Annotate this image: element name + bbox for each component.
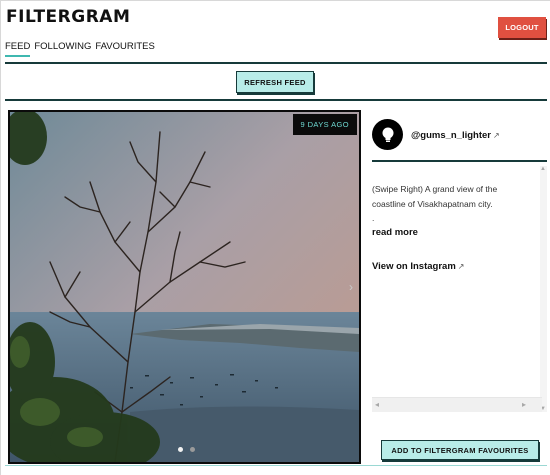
read-more-link[interactable]: read more	[372, 227, 418, 238]
tab-feed[interactable]: FEED	[5, 41, 31, 57]
caption-line-1: (Swipe Right) A grand view of the	[372, 184, 498, 194]
external-link-icon: ↗	[493, 131, 500, 140]
caption-vertical-scrollbar[interactable]: ▲ ▼	[540, 166, 547, 412]
frame-left-border	[0, 0, 1, 475]
caption-line-3: .	[372, 213, 375, 223]
feed-tabs: FEED FOLLOWING FAVOURITES	[5, 41, 155, 57]
refresh-feed-button[interactable]: REFRESH FEED	[236, 71, 314, 93]
post-username[interactable]: @gums_n_lighter ↗	[411, 130, 500, 141]
footer-divider	[5, 465, 547, 466]
view-on-instagram-text[interactable]: View on Instagram	[372, 261, 456, 272]
toolbar-divider	[5, 99, 547, 101]
add-to-favourites-button[interactable]: ADD TO FILTERGRAM FAVOURITES	[381, 440, 539, 460]
lightbulb-icon	[382, 127, 393, 142]
carousel-dot-1[interactable]	[178, 447, 183, 452]
external-link-icon: ↗	[457, 262, 465, 271]
scroll-left-icon[interactable]: ◂	[375, 400, 379, 409]
carousel-dot-2[interactable]	[190, 447, 195, 452]
caption-scroll-area[interactable]: (Swipe Right) A grand view of the coastl…	[372, 166, 547, 412]
caption-line-2: coastline of Visakhapatnam city.	[372, 198, 493, 209]
caption-horizontal-scrollbar[interactable]: ◂ ▸	[372, 397, 542, 412]
logout-button[interactable]: LOGOUT	[498, 17, 546, 38]
avatar[interactable]	[372, 119, 403, 150]
post-age-badge: 9 DAYS AGO	[292, 114, 357, 135]
app-title: FILTERGRAM	[6, 7, 131, 27]
tab-following[interactable]: FOLLOWING	[34, 41, 91, 57]
username-text[interactable]: @gums_n_lighter	[411, 130, 491, 141]
chevron-right-icon[interactable]: ›	[349, 280, 353, 294]
post-photo[interactable]: 9 DAYS AGO ›	[10, 112, 359, 462]
view-on-instagram-link[interactable]: View on Instagram ↗	[372, 261, 464, 272]
frame-top-border	[0, 0, 550, 1]
carousel-dots	[178, 447, 195, 452]
header-divider	[5, 62, 547, 64]
coastline-photo	[10, 112, 359, 462]
post-caption: (Swipe Right) A grand view of the coastl…	[372, 182, 522, 226]
post-image-card: 9 DAYS AGO ›	[8, 110, 361, 464]
scroll-right-icon[interactable]: ▸	[522, 400, 526, 409]
tab-favourites[interactable]: FAVOURITES	[95, 41, 154, 57]
profile-divider	[372, 160, 547, 162]
scroll-up-icon[interactable]: ▲	[540, 166, 546, 172]
